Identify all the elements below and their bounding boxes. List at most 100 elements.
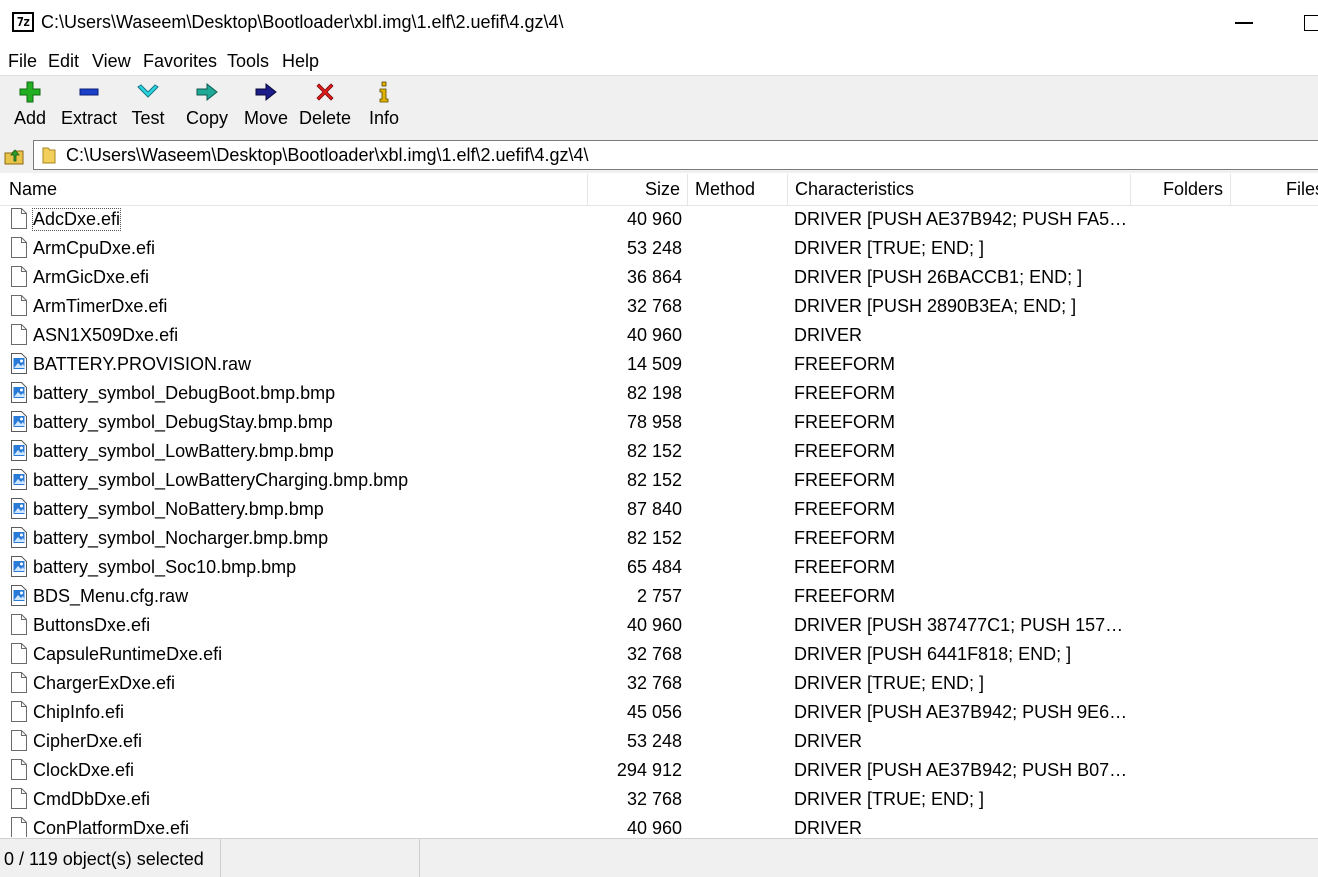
delete-label: Delete: [298, 108, 352, 128]
file-name: ArmGicDxe.efi: [33, 267, 150, 287]
file-size: 294 912: [616, 760, 682, 780]
file-icon: [11, 643, 27, 664]
file-icon: [11, 672, 27, 693]
file-name: battery_symbol_Soc10.bmp.bmp: [33, 557, 297, 577]
add-label: Add: [13, 108, 47, 128]
column-name-header[interactable]: Name: [0, 174, 588, 205]
file-name: BDS_Menu.cfg.raw: [33, 586, 189, 606]
file-row[interactable]: battery_symbol_NoBattery.bmp.bmp 87 840 FR…: [0, 495, 1318, 524]
file-size: 40 960: [626, 615, 682, 635]
menu-favorites[interactable]: Favorites: [143, 51, 217, 72]
arrow-right-teal-icon: [196, 82, 218, 102]
file-characteristics: DRIVER [PUSH 6441F818; END; ]: [794, 644, 1072, 664]
file-characteristics: DRIVER [PUSH AE37B942; PUSH FA5F30...: [794, 209, 1130, 229]
file-characteristics: FREEFORM: [794, 412, 895, 432]
file-size: 32 768: [626, 296, 682, 316]
file-row[interactable]: ArmTimerDxe.efi 32 768 DRIVER [PUSH 2890B3…: [0, 292, 1318, 321]
column-characteristics-header[interactable]: Characteristics: [788, 174, 1131, 205]
menu-help[interactable]: Help: [282, 51, 319, 72]
file-row[interactable]: ArmCpuDxe.efi 53 248 DRIVER [TRUE; END; ]: [0, 234, 1318, 263]
file-characteristics: DRIVER: [794, 731, 863, 751]
file-row[interactable]: battery_symbol_Nocharger.bmp.bmp 82 152 FR…: [0, 524, 1318, 553]
column-method-header[interactable]: Method: [688, 174, 788, 205]
file-characteristics: FREEFORM: [794, 354, 895, 374]
image-file-icon: [11, 556, 27, 577]
7zip-app-icon: 7z: [12, 12, 34, 32]
file-size: 32 768: [626, 644, 682, 664]
x-icon: [316, 83, 334, 101]
file-characteristics: DRIVER [TRUE; END; ]: [794, 789, 985, 809]
file-characteristics: FREEFORM: [794, 470, 895, 490]
file-row[interactable]: CapsuleRuntimeDxe.efi 32 768 DRIVER [PUSH …: [0, 640, 1318, 669]
image-file-icon: [11, 353, 27, 374]
file-characteristics: FREEFORM: [794, 557, 895, 577]
file-name: CapsuleRuntimeDxe.efi: [33, 644, 223, 664]
file-size: 78 958: [626, 412, 682, 432]
copy-button[interactable]: Copy: [178, 76, 236, 136]
column-size-header[interactable]: Size: [588, 174, 688, 205]
file-size: 82 152: [626, 470, 682, 490]
column-folders-header[interactable]: Folders: [1131, 174, 1231, 205]
folder-icon: [42, 147, 56, 164]
extract-button[interactable]: Extract: [60, 76, 118, 136]
test-button[interactable]: Test: [119, 76, 177, 136]
file-size: 82 152: [626, 528, 682, 548]
file-row[interactable]: battery_symbol_LowBattery.bmp.bmp 82 152 F…: [0, 437, 1318, 466]
address-input[interactable]: C:\Users\Waseem\Desktop\Bootloader\xbl.i…: [33, 140, 1318, 170]
maximize-button[interactable]: [1304, 15, 1318, 31]
file-row[interactable]: BATTERY.PROVISION.raw 14 509 FREEFORM: [0, 350, 1318, 379]
file-row[interactable]: battery_symbol_LowBatteryCharging.bmp.bm…: [0, 466, 1318, 495]
file-icon: [11, 237, 27, 258]
file-row[interactable]: battery_symbol_Soc10.bmp.bmp 65 484 FREEFO…: [0, 553, 1318, 582]
file-icon: [11, 730, 27, 751]
delete-button[interactable]: Delete: [296, 76, 354, 136]
file-row[interactable]: ConPlatformDxe.efi 40 960 DRIVER: [0, 814, 1318, 837]
minus-icon: [79, 88, 99, 96]
info-label: Info: [368, 108, 400, 128]
file-size: 82 198: [626, 383, 682, 403]
file-icon: [11, 759, 27, 780]
file-characteristics: DRIVER [PUSH AE37B942; PUSH B0760...: [794, 760, 1130, 780]
add-button[interactable]: Add: [1, 76, 59, 136]
address-path: C:\Users\Waseem\Desktop\Bootloader\xbl.i…: [66, 145, 589, 165]
file-row[interactable]: CmdDbDxe.efi 32 768 DRIVER [TRUE; END; ]: [0, 785, 1318, 814]
file-row[interactable]: BDS_Menu.cfg.raw 2 757 FREEFORM: [0, 582, 1318, 611]
file-row[interactable]: ChipInfo.efi 45 056 DRIVER [PUSH AE37B942;…: [0, 698, 1318, 727]
move-label: Move: [243, 108, 288, 128]
file-row[interactable]: ButtonsDxe.efi 40 960 DRIVER [PUSH 387477C…: [0, 611, 1318, 640]
file-row[interactable]: ClockDxe.efi 294 912 DRIVER [PUSH AE37B942…: [0, 756, 1318, 785]
file-icon: [11, 817, 27, 837]
menu-view[interactable]: View: [92, 51, 131, 72]
file-row[interactable]: ChargerExDxe.efi 32 768 DRIVER [TRUE; END;…: [0, 669, 1318, 698]
file-icon: [11, 295, 27, 316]
file-row[interactable]: battery_symbol_DebugBoot.bmp.bmp 82 198 FR…: [0, 379, 1318, 408]
file-row[interactable]: ASN1X509Dxe.efi 40 960 DRIVER: [0, 321, 1318, 350]
file-characteristics: FREEFORM: [794, 383, 895, 403]
file-name: ClockDxe.efi: [33, 760, 135, 780]
file-size: 14 509: [626, 354, 682, 374]
file-row[interactable]: CipherDxe.efi 53 248 DRIVER: [0, 727, 1318, 756]
file-characteristics: DRIVER [PUSH 26BACCB1; END; ]: [794, 267, 1083, 287]
file-name: ConPlatformDxe.efi: [33, 818, 190, 837]
status-pane-empty: [221, 839, 420, 877]
menu-edit[interactable]: Edit: [48, 51, 79, 72]
file-row[interactable]: ArmGicDxe.efi 36 864 DRIVER [PUSH 26BACCB1…: [0, 263, 1318, 292]
move-button[interactable]: Move: [237, 76, 295, 136]
column-files-header[interactable]: Files: [1231, 174, 1318, 205]
arrow-right-blue-icon: [255, 82, 277, 102]
minimize-button[interactable]: [1235, 22, 1253, 24]
file-characteristics: DRIVER [PUSH 2890B3EA; END; ]: [794, 296, 1077, 316]
copy-label: Copy: [185, 108, 229, 128]
image-file-icon: [11, 382, 27, 403]
file-size: 53 248: [626, 238, 682, 258]
file-row[interactable]: AdcDxe.efi 40 960 DRIVER [PUSH AE37B942; P…: [0, 205, 1318, 234]
file-name: ChargerExDxe.efi: [33, 673, 176, 693]
file-row[interactable]: battery_symbol_DebugStay.bmp.bmp 78 958 FR…: [0, 408, 1318, 437]
list-header: Name Size Method Characteristics Folders…: [0, 174, 1318, 206]
menu-tools[interactable]: Tools: [227, 51, 269, 72]
folder-up-icon[interactable]: [4, 144, 24, 166]
file-characteristics: DRIVER [TRUE; END; ]: [794, 238, 985, 258]
menu-file[interactable]: File: [8, 51, 37, 72]
file-size: 32 768: [626, 673, 682, 693]
info-button[interactable]: Info: [355, 76, 413, 136]
